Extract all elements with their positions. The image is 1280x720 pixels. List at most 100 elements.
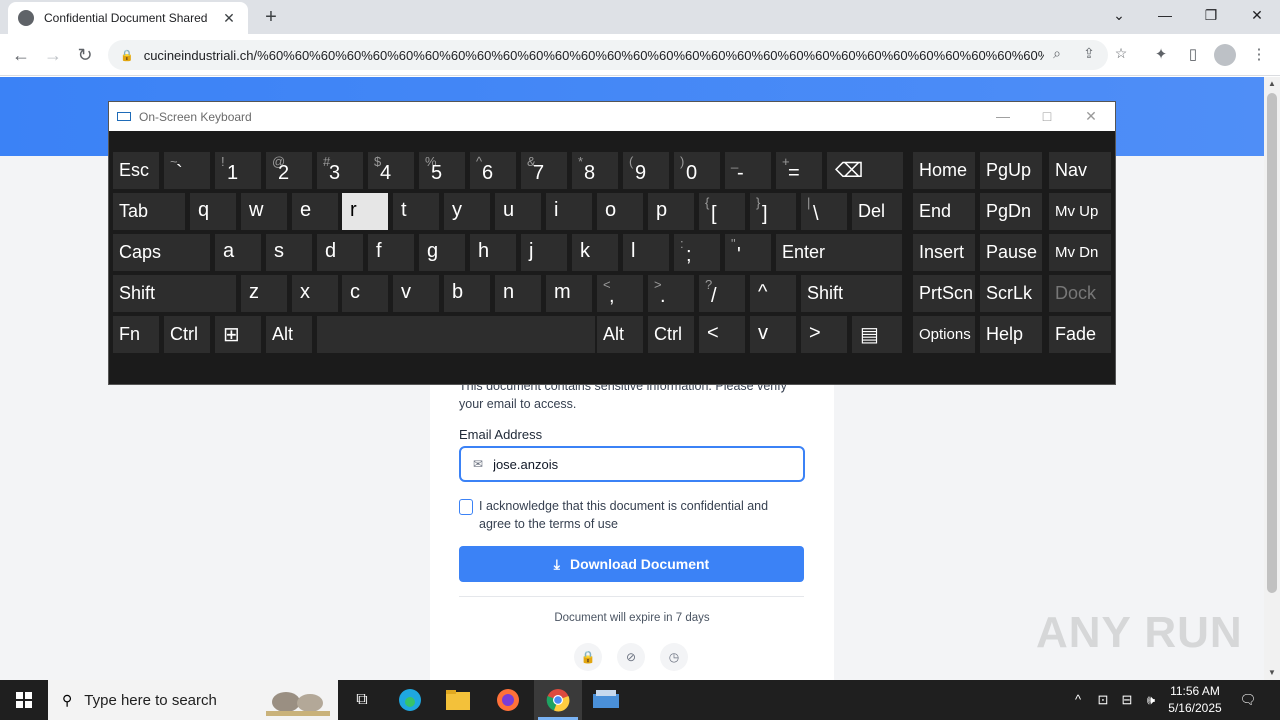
- osk-key-symbol[interactable]: ⌫: [827, 152, 903, 189]
- osk-key-end[interactable]: End: [913, 193, 975, 230]
- osk-key-o[interactable]: o: [597, 193, 643, 230]
- lock-icon[interactable]: 🔒: [120, 49, 134, 62]
- osk-key-tab[interactable]: Tab: [113, 193, 185, 230]
- osk-key-symbol[interactable]: ^: [750, 275, 796, 312]
- osk-key-caps[interactable]: Caps: [113, 234, 210, 271]
- side-panel-icon[interactable]: ▯: [1182, 44, 1204, 66]
- osk-key-pause[interactable]: Pause: [980, 234, 1042, 271]
- osk-key-pgup[interactable]: PgUp: [980, 152, 1042, 189]
- osk-key-fade[interactable]: Fade: [1049, 316, 1111, 353]
- osk-key-9[interactable]: (9: [623, 152, 669, 189]
- address-bar[interactable]: 🔒 cucineindustriali.ch/%60%60%60%60%60%6…: [108, 40, 1108, 70]
- osk-maximize-button[interactable]: □: [1025, 102, 1069, 131]
- task-view-icon[interactable]: ⧉: [338, 680, 386, 720]
- scroll-down-icon[interactable]: ▼: [1264, 666, 1280, 680]
- osk-key-m[interactable]: m: [546, 275, 592, 312]
- osk-key-mv-up[interactable]: Mv Up: [1049, 193, 1111, 230]
- page-scrollbar[interactable]: ▲ ▼: [1264, 77, 1280, 680]
- reload-button[interactable]: ↻: [72, 42, 98, 68]
- back-button[interactable]: ←: [8, 42, 34, 68]
- menu-icon[interactable]: ⋮: [1248, 44, 1270, 66]
- minimize-button[interactable]: —: [1142, 0, 1188, 30]
- osk-key-s[interactable]: s: [266, 234, 312, 271]
- osk-key-enter[interactable]: Enter: [776, 234, 902, 271]
- forward-button[interactable]: →: [40, 42, 66, 68]
- osk-key-home[interactable]: Home: [913, 152, 975, 189]
- close-window-button[interactable]: ✕: [1234, 0, 1280, 30]
- osk-key-n[interactable]: n: [495, 275, 541, 312]
- osk-titlebar[interactable]: On-Screen Keyboard: [109, 102, 1115, 131]
- osk-key-v[interactable]: v: [750, 316, 796, 353]
- file-explorer-icon[interactable]: [434, 680, 482, 720]
- osk-key-y[interactable]: y: [444, 193, 490, 230]
- osk-key-a[interactable]: a: [215, 234, 261, 271]
- osk-key-space[interactable]: [317, 316, 595, 353]
- osk-key-8[interactable]: * 8: [572, 152, 618, 189]
- osk-key-3[interactable]: #3: [317, 152, 363, 189]
- restore-button[interactable]: ❐: [1188, 0, 1234, 30]
- osk-key-7[interactable]: & 7: [521, 152, 567, 189]
- osk-key-symbol[interactable]: >: [801, 316, 847, 353]
- network-icon[interactable]: ⊟: [1116, 680, 1138, 720]
- osk-key-h[interactable]: h: [470, 234, 516, 271]
- browser-tab[interactable]: Confidential Document Shared ✕: [8, 2, 248, 34]
- osk-key-i[interactable]: i: [546, 193, 592, 230]
- osk-key-d[interactable]: d: [317, 234, 363, 271]
- on-screen-keyboard-taskbar-icon[interactable]: [582, 680, 630, 720]
- osk-key-p[interactable]: p: [648, 193, 694, 230]
- osk-key-help[interactable]: Help: [980, 316, 1042, 353]
- zoom-icon[interactable]: ⌕: [1046, 42, 1068, 64]
- osk-key-e[interactable]: e: [292, 193, 338, 230]
- download-button[interactable]: ⤓ Download Document: [459, 546, 804, 582]
- osk-key-u[interactable]: u: [495, 193, 541, 230]
- osk-key-4[interactable]: $4: [368, 152, 414, 189]
- osk-key-fn[interactable]: Fn: [113, 316, 159, 353]
- start-button[interactable]: [0, 680, 48, 720]
- osk-key-alt[interactable]: Alt: [266, 316, 312, 353]
- osk-key-t[interactable]: t: [393, 193, 439, 230]
- osk-key-dock[interactable]: Dock: [1049, 275, 1111, 312]
- firefox-icon[interactable]: [484, 680, 532, 720]
- osk-key-c[interactable]: c: [342, 275, 388, 312]
- osk-key-nav[interactable]: Nav: [1049, 152, 1111, 189]
- osk-key-symbol[interactable]: {[: [699, 193, 745, 230]
- osk-close-button[interactable]: ✕: [1069, 102, 1113, 131]
- osk-key-pgdn[interactable]: PgDn: [980, 193, 1042, 230]
- osk-key-esc[interactable]: Esc: [113, 152, 159, 189]
- edge-icon[interactable]: [386, 680, 434, 720]
- osk-key-shift[interactable]: Shift: [113, 275, 236, 312]
- osk-key-prtscn[interactable]: PrtScn: [913, 275, 975, 312]
- osk-key-2[interactable]: @2: [266, 152, 312, 189]
- scroll-up-icon[interactable]: ▲: [1264, 77, 1280, 91]
- osk-key-alt[interactable]: Alt: [597, 316, 643, 353]
- osk-key-ctrl[interactable]: Ctrl: [648, 316, 694, 353]
- osk-key-j[interactable]: j: [521, 234, 567, 271]
- new-tab-button[interactable]: +: [258, 4, 284, 30]
- profile-avatar[interactable]: [1214, 44, 1236, 66]
- osk-key-shift[interactable]: Shift: [801, 275, 902, 312]
- osk-key-symbol[interactable]: ~ `: [164, 152, 210, 189]
- osk-key-symbol[interactable]: + =: [776, 152, 822, 189]
- share-icon[interactable]: ⇪: [1078, 42, 1100, 64]
- osk-key-ctrl[interactable]: Ctrl: [164, 316, 210, 353]
- acknowledge-checkbox[interactable]: [459, 499, 473, 515]
- scroll-thumb[interactable]: [1267, 93, 1277, 593]
- osk-key-symbol[interactable]: <,: [597, 275, 643, 312]
- osk-key-1[interactable]: ! 1: [215, 152, 261, 189]
- osk-key-0[interactable]: ) 0: [674, 152, 720, 189]
- osk-key-q[interactable]: q: [190, 193, 236, 230]
- show-hidden-icons[interactable]: ^: [1067, 680, 1089, 720]
- chrome-icon[interactable]: [534, 680, 582, 720]
- osk-key-symbol[interactable]: ⊞: [215, 316, 261, 353]
- taskbar-search[interactable]: ⚲ Type here to search: [48, 680, 338, 720]
- osk-key-scrlk[interactable]: ScrLk: [980, 275, 1042, 312]
- osk-minimize-button[interactable]: —: [981, 102, 1025, 131]
- email-input[interactable]: [493, 456, 784, 472]
- osk-key-symbol[interactable]: ▤: [852, 316, 902, 353]
- extensions-icon[interactable]: ✦: [1150, 44, 1172, 66]
- network-adapter-icon[interactable]: ⊡: [1092, 680, 1114, 720]
- osk-key-6[interactable]: ^ 6: [470, 152, 516, 189]
- osk-key-symbol[interactable]: }]: [750, 193, 796, 230]
- osk-key-r[interactable]: r: [342, 193, 388, 230]
- osk-key-w[interactable]: w: [241, 193, 287, 230]
